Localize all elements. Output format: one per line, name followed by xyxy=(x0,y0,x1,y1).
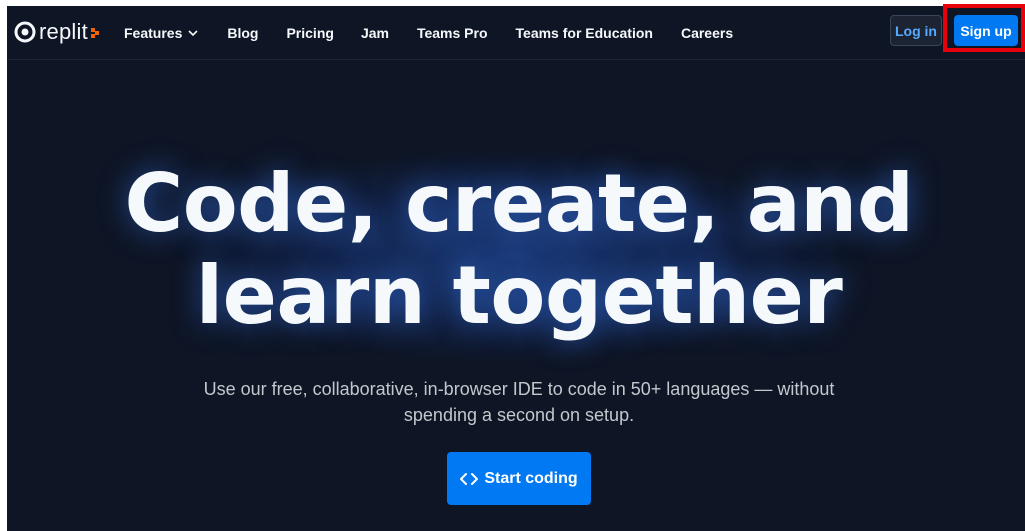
replit-logo[interactable]: replit xyxy=(13,19,101,45)
chevron-down-icon xyxy=(188,29,198,36)
hero-headline: Code, create, and learn together xyxy=(7,158,1025,342)
start-coding-label: Start coding xyxy=(484,469,578,487)
start-coding-button[interactable]: Start coding xyxy=(447,452,591,505)
replit-accent-icon xyxy=(90,28,99,38)
nav-features-label: Features xyxy=(124,25,183,41)
hero-subtitle-line1: Use our free, collaborative, in-browser … xyxy=(203,379,835,399)
hero-headline-line1: Code, create, and xyxy=(124,157,915,250)
replit-logo-icon xyxy=(14,21,36,43)
code-brackets-icon xyxy=(460,472,479,485)
nav-teams-for-education[interactable]: Teams for Education xyxy=(516,25,653,41)
hero-subtitle-line2: spending a second on setup. xyxy=(403,405,635,425)
nav-jam[interactable]: Jam xyxy=(361,25,389,41)
signup-button[interactable]: Sign up xyxy=(954,15,1018,46)
top-navbar: replit Features Blog Pricing Jam Teams P… xyxy=(7,6,1025,60)
nav-features[interactable]: Features xyxy=(124,25,198,41)
nav-links: Features Blog Pricing Jam Teams Pro Team… xyxy=(124,6,733,60)
nav-pricing[interactable]: Pricing xyxy=(286,25,333,41)
nav-teams-pro[interactable]: Teams Pro xyxy=(417,25,488,41)
hero-headline-line2: learn together xyxy=(195,249,843,342)
page-frame: replit Features Blog Pricing Jam Teams P… xyxy=(7,6,1025,531)
brand-name: replit xyxy=(39,19,88,44)
hero-subtitle: Use our free, collaborative, in-browser … xyxy=(157,376,881,428)
login-button[interactable]: Log in xyxy=(890,15,942,46)
nav-blog[interactable]: Blog xyxy=(227,25,258,41)
nav-careers[interactable]: Careers xyxy=(681,25,733,41)
